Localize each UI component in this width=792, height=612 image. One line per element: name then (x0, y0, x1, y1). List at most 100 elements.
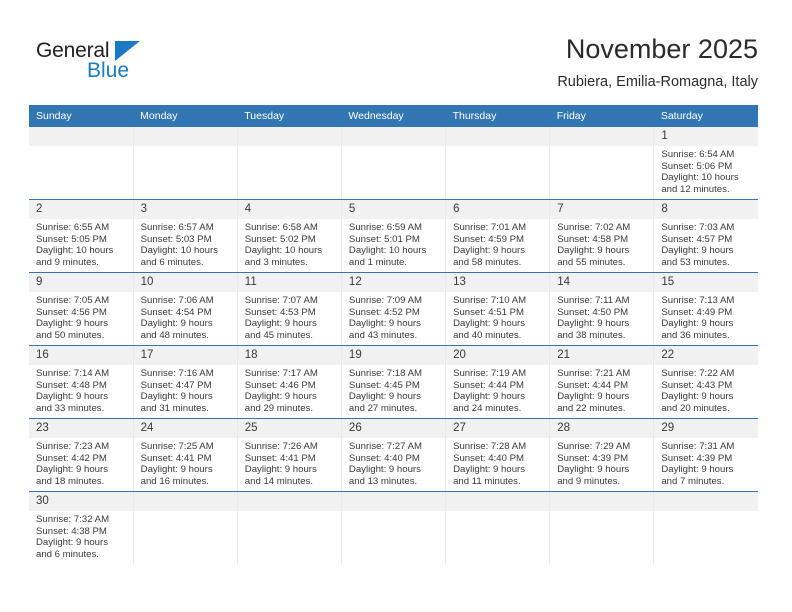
day-number: 14 (550, 273, 654, 292)
calendar-day-cell[interactable]: 21 Sunrise: 7:21 AM Sunset: 4:44 PM Dayligh… (549, 345, 655, 419)
day-sunset-text: Sunset: 4:39 PM (557, 452, 629, 464)
calendar-day-cell[interactable]: 5 Sunrise: 6:59 AM Sunset: 5:01 PM Daylight… (341, 199, 447, 273)
day-daylight-line1-text: Daylight: 9 hours (348, 391, 421, 403)
day-daylight-line2-text: and 20 minutes. (661, 402, 730, 414)
calendar-day-cell-empty (29, 127, 134, 200)
day-sun-info: Sunrise: 7:02 AM Sunset: 4:58 PM Daylight:… (550, 219, 653, 268)
calendar-day-cell[interactable]: 15 Sunrise: 7:13 AM Sunset: 4:49 PM Dayligh… (653, 272, 758, 346)
calendar-day-cell[interactable]: 12 Sunrise: 7:09 AM Sunset: 4:52 PM Dayligh… (341, 272, 447, 346)
calendar-day-cell[interactable]: 9 Sunrise: 7:05 AM Sunset: 4:56 PM Daylight… (29, 272, 134, 346)
calendar-day-cell[interactable]: 11 Sunrise: 7:07 AM Sunset: 4:53 PM Dayligh… (237, 272, 342, 346)
calendar-day-cell[interactable]: 25 Sunrise: 7:26 AM Sunset: 4:41 PM Dayligh… (237, 418, 342, 492)
day-number (237, 492, 341, 511)
day-number: 24 (133, 419, 237, 438)
calendar-day-cell[interactable]: 27 Sunrise: 7:28 AM Sunset: 4:40 PM Dayligh… (445, 418, 551, 492)
calendar-day-cell[interactable]: 20 Sunrise: 7:19 AM Sunset: 4:44 PM Dayligh… (445, 345, 551, 419)
day-sun-info: Sunrise: 7:19 AM Sunset: 4:44 PM Daylight:… (446, 365, 549, 414)
calendar-day-cell[interactable]: 10 Sunrise: 7:06 AM Sunset: 4:54 PM Dayligh… (133, 272, 238, 346)
day-sunset-text: Sunset: 4:51 PM (453, 306, 524, 318)
calendar-day-cell-empty (445, 127, 551, 200)
weekday-header-wednesday: Wednesday (341, 105, 446, 127)
general-blue-logo[interactable]: General Blue (36, 38, 216, 90)
day-sun-info: Sunrise: 7:18 AM Sunset: 4:45 PM Daylight:… (342, 365, 445, 414)
day-sun-info: Sunrise: 7:25 AM Sunset: 4:41 PM Daylight:… (134, 438, 237, 487)
day-daylight-line1-text: Daylight: 10 hours (244, 245, 323, 257)
day-number: 11 (237, 273, 341, 292)
calendar-day-cell[interactable]: 7 Sunrise: 7:02 AM Sunset: 4:58 PM Daylight… (549, 199, 655, 273)
day-number: 3 (133, 200, 237, 219)
calendar-day-cell[interactable]: 6 Sunrise: 7:01 AM Sunset: 4:59 PM Daylight… (445, 199, 551, 273)
day-number: 5 (341, 200, 446, 219)
day-sunrise-text: Sunrise: 7:31 AM (661, 441, 735, 452)
day-number (341, 127, 446, 146)
calendar-day-cell[interactable]: 8 Sunrise: 7:03 AM Sunset: 4:57 PM Daylight… (653, 199, 758, 273)
day-sun-info: Sunrise: 7:05 AM Sunset: 4:56 PM Daylight:… (29, 292, 133, 341)
day-daylight-line1-text: Daylight: 9 hours (348, 318, 421, 330)
day-number: 7 (550, 200, 654, 219)
calendar-day-cell[interactable]: 16 Sunrise: 7:14 AM Sunset: 4:48 PM Dayligh… (29, 345, 134, 419)
day-daylight-line1-text: Daylight: 9 hours (661, 318, 734, 330)
day-sunrise-text: Sunrise: 7:10 AM (453, 295, 527, 306)
day-daylight-line1-text: Daylight: 9 hours (36, 318, 108, 330)
day-daylight-line1-text: Daylight: 9 hours (244, 391, 317, 403)
day-number (133, 492, 237, 511)
calendar-day-cell[interactable]: 4 Sunrise: 6:58 AM Sunset: 5:02 PM Daylight… (237, 199, 342, 273)
day-daylight-line1-text: Daylight: 9 hours (661, 464, 734, 476)
calendar-day-cell[interactable]: 13 Sunrise: 7:10 AM Sunset: 4:51 PM Dayligh… (445, 272, 551, 346)
day-sun-info: Sunrise: 7:14 AM Sunset: 4:48 PM Daylight:… (29, 365, 133, 414)
day-sunrise-text: Sunrise: 7:07 AM (244, 295, 318, 306)
calendar-week-row: 2 Sunrise: 6:55 AM Sunset: 5:05 PM Daylight… (29, 199, 758, 273)
day-sun-info: Sunrise: 7:01 AM Sunset: 4:59 PM Daylight:… (446, 219, 549, 268)
day-number: 2 (29, 200, 133, 219)
day-sunset-text: Sunset: 4:56 PM (36, 306, 107, 318)
day-number: 10 (133, 273, 237, 292)
day-number: 16 (29, 346, 133, 365)
day-daylight-line2-text: and 12 minutes. (661, 183, 730, 195)
page-title: November 2025 (565, 34, 758, 64)
calendar-week-row: 9 Sunrise: 7:05 AM Sunset: 4:56 PM Daylight… (29, 272, 758, 346)
day-number: 13 (446, 273, 550, 292)
day-daylight-line2-text: and 6 minutes. (140, 256, 204, 268)
day-sunrise-text: Sunrise: 7:28 AM (453, 441, 527, 452)
day-daylight-line1-text: Daylight: 9 hours (140, 464, 213, 476)
calendar-day-cell[interactable]: 2 Sunrise: 6:55 AM Sunset: 5:05 PM Daylight… (29, 199, 134, 273)
calendar-day-cell[interactable]: 22 Sunrise: 7:22 AM Sunset: 4:43 PM Dayligh… (653, 345, 758, 419)
day-sun-info: Sunrise: 6:59 AM Sunset: 5:01 PM Daylight:… (342, 219, 445, 268)
day-sun-info: Sunrise: 7:32 AM Sunset: 4:38 PM Daylight:… (29, 511, 133, 560)
calendar-day-cell[interactable]: 19 Sunrise: 7:18 AM Sunset: 4:45 PM Dayligh… (341, 345, 447, 419)
day-sunset-text: Sunset: 4:42 PM (36, 452, 107, 464)
calendar-day-cell-empty (341, 491, 447, 564)
calendar-day-cell[interactable]: 1 Sunrise: 6:54 AM Sunset: 5:06 PM Daylight… (653, 127, 758, 200)
day-daylight-line2-text: and 40 minutes. (453, 329, 522, 341)
calendar-day-cell[interactable]: 29 Sunrise: 7:31 AM Sunset: 4:39 PM Dayligh… (653, 418, 758, 492)
day-daylight-line1-text: Daylight: 9 hours (453, 318, 526, 330)
day-sunrise-text: Sunrise: 7:01 AM (453, 222, 527, 233)
day-sun-info: Sunrise: 7:07 AM Sunset: 4:53 PM Daylight:… (238, 292, 341, 341)
calendar-day-cell[interactable]: 18 Sunrise: 7:17 AM Sunset: 4:46 PM Dayligh… (237, 345, 342, 419)
day-number (654, 492, 758, 511)
day-sunset-text: Sunset: 4:53 PM (244, 306, 316, 318)
calendar-day-cell[interactable]: 14 Sunrise: 7:11 AM Sunset: 4:50 PM Dayligh… (549, 272, 655, 346)
day-number: 18 (237, 346, 341, 365)
day-daylight-line2-text: and 43 minutes. (348, 329, 418, 341)
day-daylight-line1-text: Daylight: 9 hours (244, 464, 317, 476)
calendar-day-cell[interactable]: 23 Sunrise: 7:23 AM Sunset: 4:42 PM Dayligh… (29, 418, 134, 492)
calendar-day-cell[interactable]: 28 Sunrise: 7:29 AM Sunset: 4:39 PM Dayligh… (549, 418, 655, 492)
calendar-day-cell[interactable]: 17 Sunrise: 7:16 AM Sunset: 4:47 PM Dayligh… (133, 345, 238, 419)
day-sunrise-text: Sunrise: 6:57 AM (140, 222, 214, 233)
day-sun-info: Sunrise: 7:28 AM Sunset: 4:40 PM Daylight:… (446, 438, 549, 487)
day-sunset-text: Sunset: 4:47 PM (140, 379, 212, 391)
calendar-day-cell[interactable]: 24 Sunrise: 7:25 AM Sunset: 4:41 PM Dayligh… (133, 418, 238, 492)
day-sunset-text: Sunset: 4:58 PM (557, 233, 629, 245)
calendar-day-cell[interactable]: 3 Sunrise: 6:57 AM Sunset: 5:03 PM Daylight… (133, 199, 238, 273)
day-sun-info: Sunrise: 6:55 AM Sunset: 5:05 PM Daylight:… (29, 219, 133, 268)
day-number (550, 127, 654, 146)
weekday-header-friday: Friday (549, 105, 654, 127)
calendar-day-cell[interactable]: 30 Sunrise: 7:32 AM Sunset: 4:38 PM Dayligh… (29, 491, 134, 564)
day-sunrise-text: Sunrise: 6:58 AM (244, 222, 318, 233)
day-daylight-line2-text: and 7 minutes. (661, 475, 725, 487)
weekday-header-saturday: Saturday (653, 105, 758, 127)
day-daylight-line1-text: Daylight: 9 hours (557, 464, 630, 476)
day-daylight-line1-text: Daylight: 9 hours (244, 318, 317, 330)
calendar-day-cell[interactable]: 26 Sunrise: 7:27 AM Sunset: 4:40 PM Dayligh… (341, 418, 447, 492)
